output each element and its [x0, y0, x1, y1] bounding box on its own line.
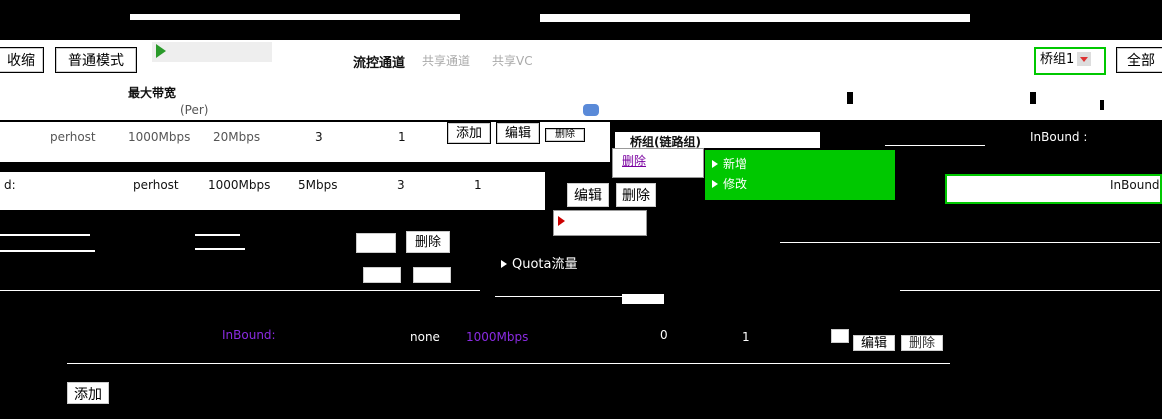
row2-delete-button[interactable]: 删除	[615, 182, 657, 208]
row4-line-a	[0, 290, 480, 291]
all-button[interactable]: 全部	[1116, 47, 1162, 73]
row3-line-c	[0, 250, 95, 252]
bottom-bw: 1000Mbps	[466, 330, 529, 344]
top-strip-right	[540, 14, 970, 22]
dropdown-arrow-icon	[558, 216, 565, 226]
row2-flag: 1	[474, 178, 482, 192]
row2-edit-button[interactable]: 编辑	[566, 182, 610, 208]
chevron-down-icon	[1077, 51, 1092, 66]
normal-mode-button[interactable]: 普通模式	[55, 47, 137, 73]
tab-shared-channel[interactable]: 共享通道	[422, 52, 470, 69]
row1-add-button[interactable]: 添加	[447, 122, 491, 144]
d-label: d:	[4, 178, 16, 192]
bottom-delete-button[interactable]: 删除	[900, 334, 944, 352]
collapse-button[interactable]: 收缩	[0, 47, 44, 73]
row2-min-bw: 5Mbps	[298, 178, 338, 192]
row3-right-line	[780, 242, 1160, 243]
row1-min-bw: 20Mbps	[213, 130, 261, 144]
bottom-divider	[67, 363, 950, 364]
row1-edit-button[interactable]: 编辑	[496, 122, 540, 144]
row3-line-b	[195, 234, 240, 236]
row1-delete-button[interactable]: 删除	[545, 128, 585, 142]
row2-max-bw: 1000Mbps	[208, 178, 271, 192]
header-marker-3	[1100, 100, 1104, 110]
row4-small-box	[622, 294, 664, 304]
row4-button-b[interactable]	[412, 266, 452, 284]
right-line-1	[885, 145, 985, 146]
right-inbound-label-1: InBound :	[1030, 130, 1088, 144]
row1-type: perhost	[50, 130, 96, 144]
header-marker-1	[847, 92, 853, 104]
bottom-val-a: 0	[660, 328, 668, 342]
menu-delete-item[interactable]: 删除	[622, 152, 646, 169]
bottom-inbound: InBound:	[222, 328, 276, 342]
row1-max-bw: 1000Mbps	[128, 130, 191, 144]
per-unit-label: (Per)	[180, 103, 209, 117]
tab-flow-channel[interactable]: 流控通道	[353, 52, 405, 71]
top-strip	[130, 14, 460, 20]
bridge-group-value: 桥组1	[1040, 52, 1075, 67]
row2-type: perhost	[133, 178, 179, 192]
row1-flag: 1	[398, 130, 406, 144]
tab-shared-vc[interactable]: 共享VC	[492, 52, 533, 69]
row4-button-a[interactable]	[362, 266, 402, 284]
header-blue-icon	[583, 104, 599, 116]
bottom-val-b: 1	[742, 330, 750, 344]
menu-item-add[interactable]: 新增	[712, 155, 747, 172]
row1-prio: 3	[315, 130, 323, 144]
right-inbound-label-2: InBound	[1110, 178, 1160, 192]
dropdown-arrow-box[interactable]	[553, 210, 647, 236]
table-row-2	[0, 172, 545, 210]
add-button[interactable]: 添加	[66, 381, 110, 405]
row3-line-a	[0, 234, 90, 236]
max-bandwidth-header: 最大带宽	[128, 86, 177, 100]
row2-prio: 3	[397, 178, 405, 192]
play-icon	[156, 44, 166, 58]
bottom-type: none	[410, 330, 440, 344]
header-marker-2	[1030, 92, 1036, 104]
menu-item-quota[interactable]: Quota流量	[501, 253, 578, 272]
bottom-blank-button[interactable]	[830, 328, 850, 344]
row3-delete-button[interactable]: 删除	[405, 230, 451, 254]
row3-line-d	[195, 248, 245, 250]
menu-item-modify[interactable]: 修改	[712, 175, 747, 192]
row4-line-c	[900, 290, 1160, 291]
bottom-edit-button[interactable]: 编辑	[852, 334, 896, 352]
bridge-group-select[interactable]: 桥组1	[1034, 47, 1106, 75]
row3-blank-button[interactable]	[355, 232, 397, 254]
nav-arrow-icon	[152, 42, 272, 62]
